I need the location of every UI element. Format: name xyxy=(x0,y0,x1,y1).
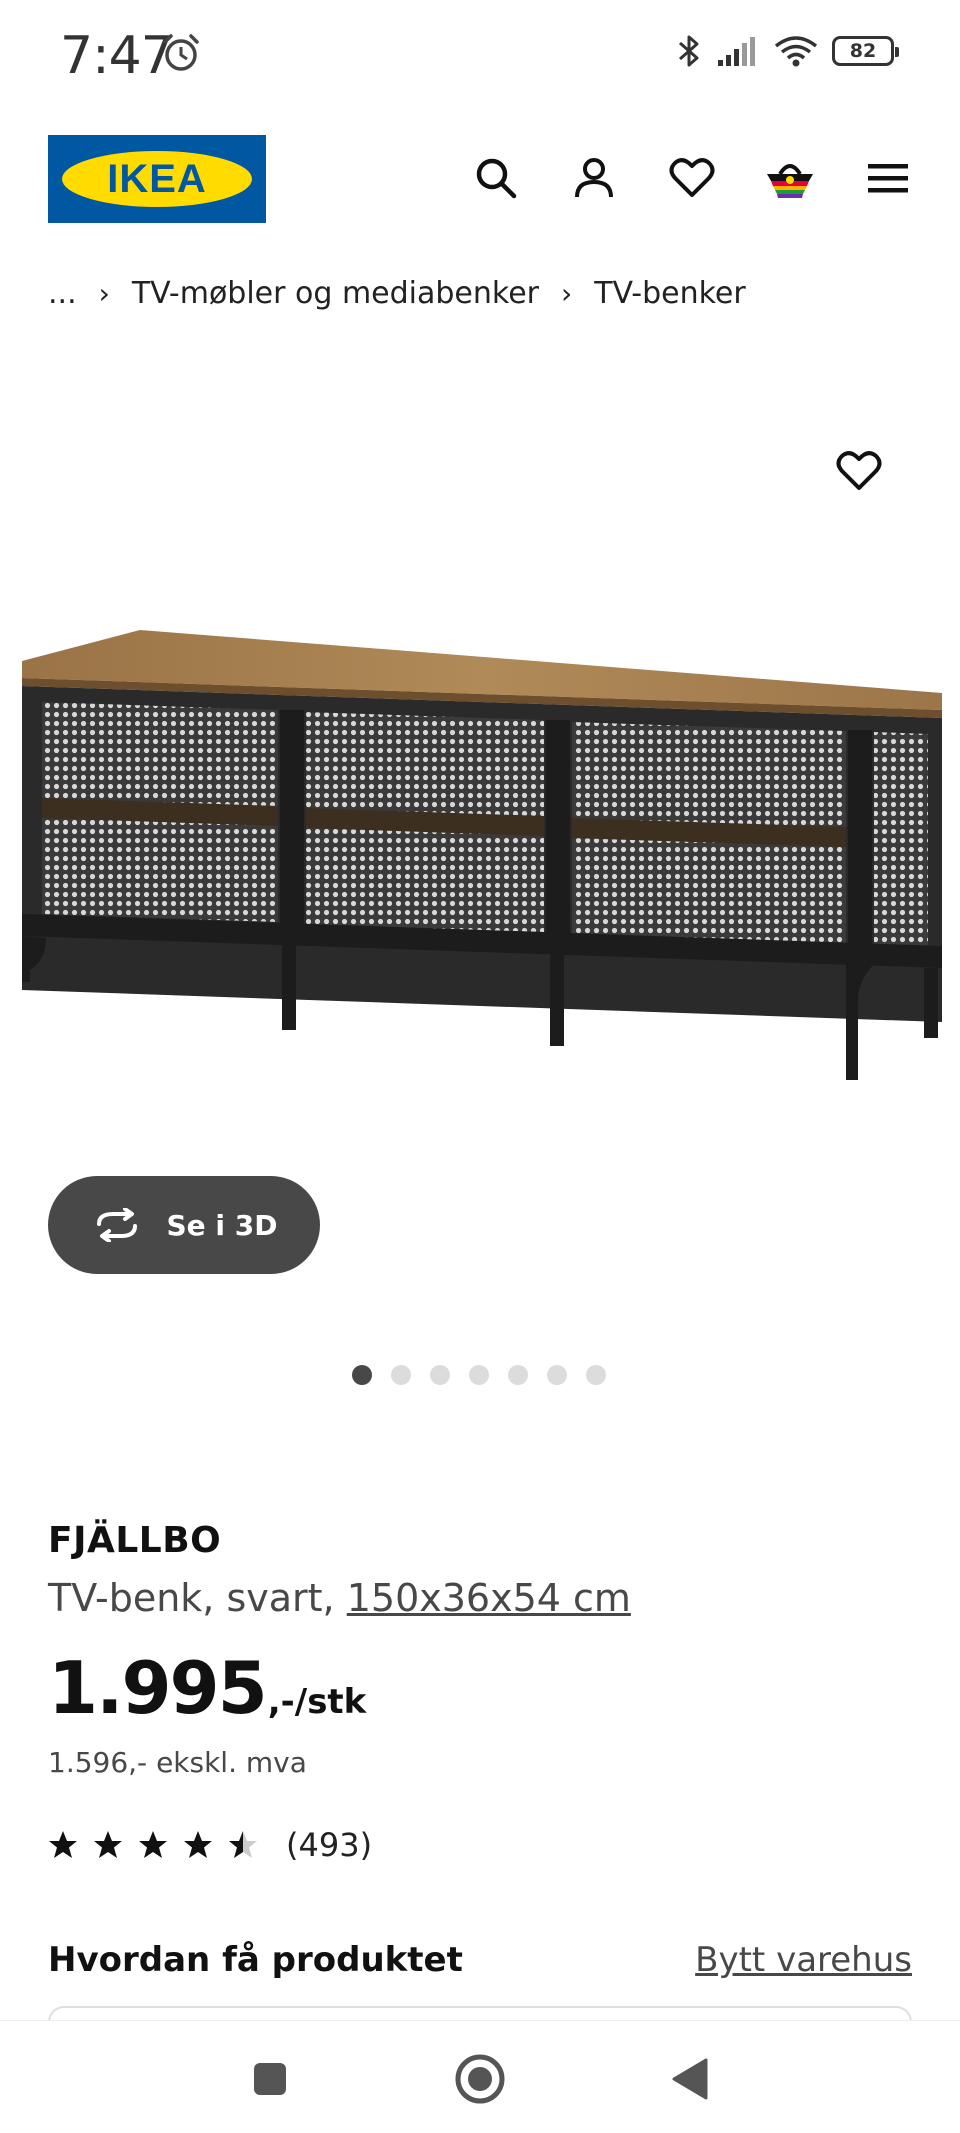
status-bar: 7:47 82 xyxy=(0,0,960,110)
star-icon xyxy=(184,1831,212,1858)
view-3d-label: Se i 3D xyxy=(166,1208,278,1242)
rotate-3d-icon xyxy=(96,1208,137,1242)
price-suffix: ,-/stk xyxy=(267,1682,367,1722)
back-triangle-icon xyxy=(672,2058,708,2100)
logo-text: IKEA xyxy=(107,156,207,201)
product-measurements-link[interactable]: 150x36x54 cm xyxy=(347,1576,631,1620)
chevron-right-icon: › xyxy=(98,277,110,310)
recent-apps-button[interactable] xyxy=(242,2051,298,2107)
menu-icon[interactable] xyxy=(862,152,914,204)
review-count: (493) xyxy=(286,1826,373,1864)
breadcrumb-ellipsis[interactable]: ... xyxy=(48,276,77,311)
price-value: 1.995 xyxy=(48,1646,268,1730)
back-button[interactable] xyxy=(662,2051,718,2107)
heart-icon xyxy=(836,451,882,490)
carousel-dot[interactable] xyxy=(352,1365,372,1385)
battery-level: 82 xyxy=(849,40,877,62)
change-store-link[interactable]: Bytt varehus xyxy=(695,1940,912,1980)
product-image[interactable] xyxy=(16,620,944,1090)
alarm-icon xyxy=(163,34,199,71)
chevron-right-icon: › xyxy=(561,277,573,310)
status-icons: 82 xyxy=(676,32,899,70)
rating-stars xyxy=(48,1830,258,1860)
account-icon[interactable] xyxy=(568,152,620,204)
logo-oval: IKEA xyxy=(62,151,252,207)
carousel-dot[interactable] xyxy=(586,1365,606,1385)
ikea-logo[interactable]: IKEA xyxy=(48,135,266,223)
heart-icon[interactable] xyxy=(666,152,718,204)
star-icon xyxy=(94,1831,122,1858)
add-to-favourites-button[interactable] xyxy=(836,450,892,506)
product-description: TV-benk, svart, 150x36x54 cm xyxy=(48,1576,631,1620)
wifi-icon xyxy=(774,36,818,67)
delivery-heading: Hvordan få produktet xyxy=(48,1940,463,1980)
carousel-dot[interactable] xyxy=(508,1365,528,1385)
carousel-dot[interactable] xyxy=(430,1365,450,1385)
status-time: 7:47 xyxy=(60,26,174,86)
breadcrumb-tv-furniture[interactable]: TV-møbler og mediabenker xyxy=(132,276,539,311)
half-star-icon xyxy=(229,1831,257,1858)
square-icon xyxy=(254,2063,286,2095)
carousel-dot[interactable] xyxy=(547,1365,567,1385)
search-icon[interactable] xyxy=(470,152,522,204)
carousel-dot[interactable] xyxy=(391,1365,411,1385)
product-type: TV-benk, svart, xyxy=(48,1576,335,1620)
battery-indicator: 82 xyxy=(832,36,899,66)
product-name: FJÄLLBO xyxy=(48,1520,222,1561)
view-3d-button[interactable]: Se i 3D xyxy=(48,1176,320,1274)
basket-icon[interactable] xyxy=(764,152,816,204)
star-icon xyxy=(139,1831,167,1858)
breadcrumb: ... › TV-møbler og mediabenker › TV-benk… xyxy=(48,276,746,311)
rating[interactable]: (493) xyxy=(48,1826,372,1864)
site-header: IKEA xyxy=(0,132,960,224)
star-icon xyxy=(49,1831,77,1858)
system-nav-bar xyxy=(0,2020,960,2133)
carousel-indicator xyxy=(352,1365,606,1385)
home-circle-icon xyxy=(455,2054,505,2104)
home-button[interactable] xyxy=(452,2051,508,2107)
signal-icon xyxy=(718,37,755,66)
price: 1.995 ,-/stk xyxy=(48,1646,366,1730)
breadcrumb-tv-benches[interactable]: TV-benker xyxy=(594,276,746,311)
price-ex-vat: 1.596,- ekskl. mva xyxy=(48,1746,307,1779)
carousel-dot[interactable] xyxy=(469,1365,489,1385)
bluetooth-icon xyxy=(679,35,699,67)
